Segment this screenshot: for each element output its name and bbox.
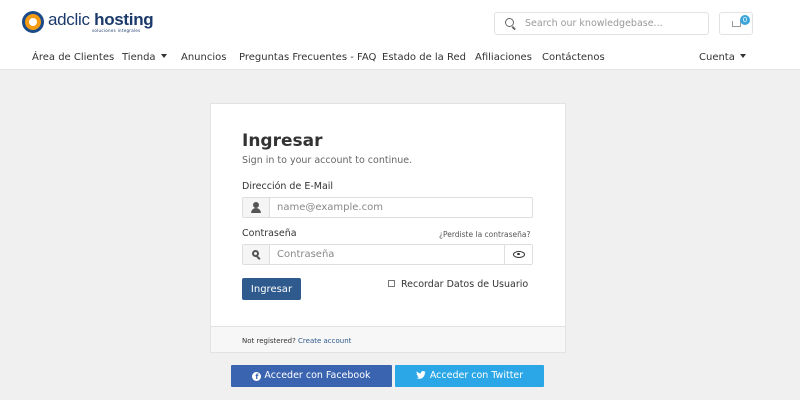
search-icon bbox=[505, 18, 514, 27]
main-navigation: Área de Clientes Tienda Anuncios Pregunt… bbox=[0, 46, 800, 70]
nav-item-affiliates[interactable]: Afiliaciones bbox=[475, 52, 532, 63]
cart-count-badge: 0 bbox=[740, 15, 750, 25]
page-title: Ingresar bbox=[242, 131, 323, 151]
facebook-login-button[interactable]: f Acceder con Facebook bbox=[231, 365, 392, 387]
show-password-button[interactable] bbox=[504, 245, 532, 264]
search-input[interactable] bbox=[525, 13, 705, 34]
facebook-login-label: Acceder con Facebook bbox=[264, 370, 371, 381]
create-account-link[interactable]: Create account bbox=[298, 337, 351, 345]
twitter-login-label: Acceder con Twitter bbox=[429, 370, 524, 381]
logo[interactable]: adclic hosting soluciones integrales bbox=[22, 10, 154, 33]
nav-item-account[interactable]: Cuenta bbox=[699, 52, 746, 63]
chevron-down-icon bbox=[739, 54, 746, 58]
eye-icon bbox=[513, 251, 525, 258]
twitter-icon bbox=[416, 371, 426, 379]
nav-item-store[interactable]: Tienda bbox=[122, 52, 167, 63]
forgot-password-link[interactable]: ¿Perdiste la contraseña? bbox=[439, 230, 531, 239]
logo-brand-light: adclic bbox=[48, 10, 90, 29]
user-icon bbox=[251, 202, 261, 213]
login-card-footer: Not registered? Create account bbox=[211, 326, 565, 352]
login-card: Ingresar Sign in to your account to cont… bbox=[210, 103, 566, 353]
email-field[interactable] bbox=[277, 198, 497, 217]
email-label: Dirección de E-Mail bbox=[242, 181, 334, 192]
remember-me[interactable]: Recordar Datos de Usuario bbox=[388, 279, 528, 290]
nav-item-contact[interactable]: Contáctenos bbox=[542, 52, 605, 63]
nav-item-announcements[interactable]: Anuncios bbox=[181, 52, 226, 63]
nav-item-client-area[interactable]: Área de Clientes bbox=[32, 52, 114, 63]
remember-label: Recordar Datos de Usuario bbox=[401, 279, 529, 290]
nav-item-account-label: Cuenta bbox=[699, 52, 735, 63]
logo-tagline: soluciones integrales bbox=[92, 28, 141, 33]
logo-icon bbox=[22, 11, 44, 33]
not-registered-text: Not registered? bbox=[242, 337, 296, 345]
login-subtitle: Sign in to your account to continue. bbox=[242, 155, 413, 166]
logo-text: adclic hosting soluciones integrales bbox=[48, 10, 154, 33]
nav-item-network-status[interactable]: Estado de la Red bbox=[382, 52, 466, 63]
password-input-group bbox=[242, 244, 533, 265]
facebook-icon: f bbox=[252, 372, 262, 381]
password-field[interactable] bbox=[277, 245, 497, 264]
password-label: Contraseña bbox=[242, 228, 297, 239]
nav-item-store-label: Tienda bbox=[122, 52, 156, 63]
password-addon bbox=[243, 245, 270, 264]
email-input-group bbox=[242, 197, 533, 218]
key-icon bbox=[252, 250, 259, 257]
logo-brand-bold: hosting bbox=[94, 10, 154, 29]
cart-button[interactable]: 0 bbox=[719, 12, 753, 35]
top-header: adclic hosting soluciones integrales 0 bbox=[0, 0, 800, 46]
twitter-login-button[interactable]: Acceder con Twitter bbox=[395, 365, 544, 387]
remember-checkbox[interactable] bbox=[388, 280, 395, 287]
nav-item-faq[interactable]: Preguntas Frecuentes - FAQ bbox=[239, 52, 376, 63]
knowledgebase-search bbox=[494, 12, 709, 35]
register-prompt: Not registered? Create account bbox=[242, 337, 351, 345]
email-addon bbox=[243, 198, 270, 217]
login-button[interactable]: Ingresar bbox=[242, 278, 301, 300]
chevron-down-icon bbox=[160, 54, 167, 58]
